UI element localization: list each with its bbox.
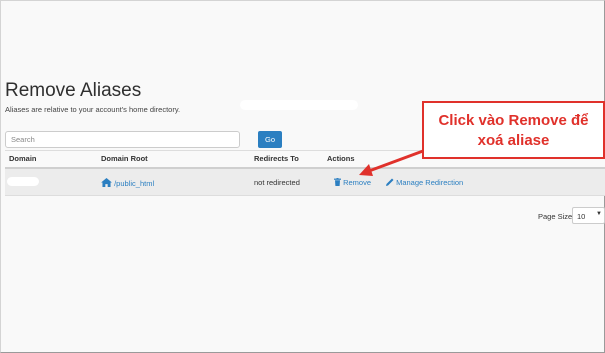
redirects-to-cell: not redirected <box>254 178 300 187</box>
annotation-line-1: Click vào Remove để <box>438 112 589 129</box>
page-size-label: Page Size <box>538 212 573 221</box>
header-actions: Actions <box>327 154 355 163</box>
house-icon <box>101 178 112 187</box>
chevron-down-icon: ▼ <box>596 211 602 217</box>
search-input[interactable] <box>5 131 240 148</box>
header-redirects-to[interactable]: Redirects To <box>254 154 299 163</box>
domain-cell-redacted <box>7 177 39 186</box>
page-size-select[interactable]: 10 ▼ <box>572 207 605 224</box>
header-domain[interactable]: Domain <box>9 154 37 163</box>
arrow-icon <box>359 149 424 176</box>
go-button[interactable]: Go <box>258 131 282 148</box>
page-size-value: 10 <box>577 212 586 221</box>
page-subtitle: Aliases are relative to your account's h… <box>5 105 181 114</box>
annotation-line-2: xoá aliase <box>477 132 550 149</box>
table-row: /public_html not redirected Remove Manag… <box>5 169 605 196</box>
redacted-domain-text <box>240 100 358 110</box>
annotation-callout: Click vào Remove để xoá aliase <box>422 101 605 159</box>
domain-root-text: /public_html <box>114 179 155 188</box>
trash-icon <box>334 178 341 186</box>
page-title: Remove Aliases <box>5 80 142 101</box>
domain-root-link[interactable]: /public_html <box>101 178 154 188</box>
header-domain-root[interactable]: Domain Root <box>101 154 148 163</box>
